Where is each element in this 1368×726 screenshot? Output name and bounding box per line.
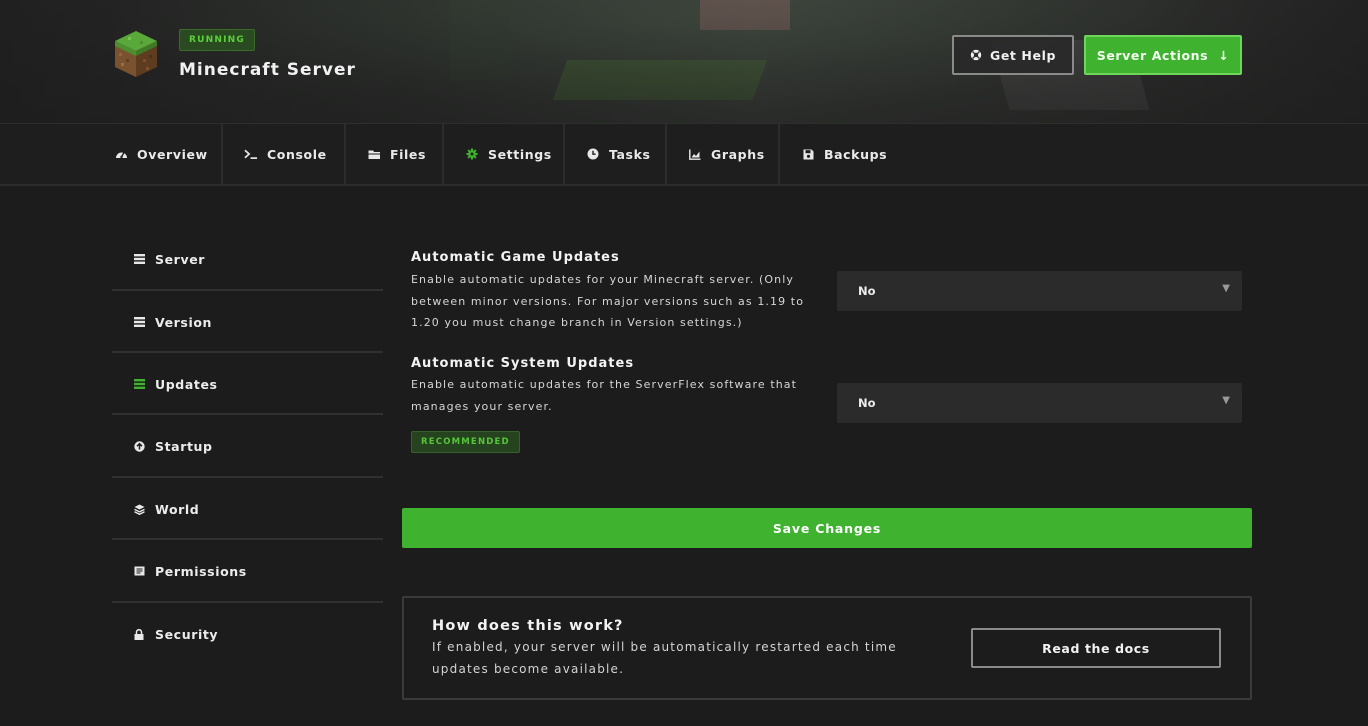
system-updates-title: Automatic System Updates bbox=[411, 356, 635, 371]
save-icon bbox=[801, 147, 815, 161]
layers-icon bbox=[133, 503, 145, 515]
arrow-up-circle-icon bbox=[133, 440, 145, 452]
sidebar-item-updates[interactable]: Updates bbox=[112, 353, 383, 415]
tab-tasks[interactable]: Tasks bbox=[565, 124, 667, 184]
server-actions-label: Server Actions bbox=[1096, 47, 1209, 63]
system-updates-select[interactable]: No ▼ bbox=[837, 383, 1242, 423]
info-panel: How does this work? If enabled, your ser… bbox=[402, 596, 1252, 700]
sidebar-item-security[interactable]: Security bbox=[112, 603, 383, 665]
info-line: updates become available. bbox=[432, 662, 625, 676]
caret-down-icon: ▼ bbox=[1222, 283, 1230, 294]
tab-label: Tasks bbox=[609, 146, 651, 162]
list-icon bbox=[133, 316, 145, 328]
document-icon bbox=[133, 565, 145, 577]
system-updates-description: Enable automatic updates for the ServerF… bbox=[411, 374, 811, 417]
terminal-icon bbox=[244, 147, 258, 161]
tab-label: Graphs bbox=[711, 146, 765, 162]
description-line: manages your server. bbox=[411, 399, 553, 413]
tab-backups[interactable]: Backups bbox=[780, 124, 900, 184]
caret-down-icon: ▼ bbox=[1222, 395, 1230, 406]
help-icon bbox=[970, 49, 982, 61]
server-header: RUNNING Minecraft Server Get Help Server… bbox=[0, 0, 1368, 124]
sidebar-item-label: Permissions bbox=[155, 563, 247, 579]
sidebar-item-startup[interactable]: Startup bbox=[112, 415, 383, 477]
tab-overview[interactable]: Overview bbox=[114, 124, 223, 184]
tab-console[interactable]: Console bbox=[223, 124, 346, 184]
tab-label: Overview bbox=[137, 146, 208, 162]
sidebar-item-label: World bbox=[155, 501, 200, 517]
get-help-button[interactable]: Get Help bbox=[952, 35, 1074, 75]
chart-icon bbox=[688, 147, 702, 161]
tab-label: Console bbox=[267, 146, 327, 162]
description-line: between minor versions. For major versio… bbox=[411, 294, 805, 308]
list-icon bbox=[133, 253, 145, 265]
game-updates-description: Enable automatic updates for your Minecr… bbox=[411, 269, 811, 334]
list-icon bbox=[133, 378, 145, 390]
server-tabs: Overview Console Files Settings Tasks Gr… bbox=[0, 124, 1368, 186]
info-title: How does this work? bbox=[432, 618, 624, 634]
read-docs-button[interactable]: Read the docs bbox=[971, 628, 1221, 668]
arrow-down-icon: ↓ bbox=[1218, 47, 1230, 63]
gauge-icon bbox=[114, 147, 128, 161]
get-help-label: Get Help bbox=[989, 47, 1057, 63]
tab-label: Settings bbox=[488, 146, 552, 162]
select-value: No bbox=[858, 396, 876, 410]
recommended-badge: RECOMMENDED bbox=[411, 431, 520, 453]
sidebar-item-label: Startup bbox=[155, 438, 213, 454]
sidebar-item-permissions[interactable]: Permissions bbox=[112, 540, 383, 602]
game-updates-title: Automatic Game Updates bbox=[411, 250, 620, 265]
status-badge: RUNNING bbox=[179, 29, 255, 51]
lock-icon bbox=[133, 628, 145, 640]
sidebar-item-version[interactable]: Version bbox=[112, 291, 383, 353]
tab-label: Backups bbox=[824, 146, 888, 162]
tab-label: Files bbox=[390, 146, 427, 162]
sidebar-item-label: Version bbox=[155, 314, 213, 330]
info-text: If enabled, your server will be automati… bbox=[432, 636, 932, 680]
grass-block-logo bbox=[115, 31, 157, 77]
sidebar-item-label: Server bbox=[155, 251, 206, 267]
server-actions-button[interactable]: Server Actions ↓ bbox=[1084, 35, 1242, 75]
folder-icon bbox=[367, 147, 381, 161]
server-title: Minecraft Server bbox=[179, 60, 356, 80]
info-line: If enabled, your server will be automati… bbox=[432, 640, 897, 654]
sidebar-item-world[interactable]: World bbox=[112, 478, 383, 540]
description-line: Enable automatic updates for the ServerF… bbox=[411, 378, 798, 391]
select-value: No bbox=[858, 284, 876, 298]
clock-icon bbox=[586, 147, 600, 161]
sidebar-item-label: Updates bbox=[155, 376, 218, 392]
sidebar-item-label: Security bbox=[155, 626, 219, 642]
save-changes-button[interactable]: Save Changes bbox=[402, 508, 1252, 548]
description-line: Enable automatic updates for your Minecr… bbox=[411, 273, 795, 286]
tab-files[interactable]: Files bbox=[346, 124, 444, 184]
tab-settings[interactable]: Settings bbox=[444, 124, 565, 184]
gear-icon bbox=[465, 147, 479, 161]
tab-graphs[interactable]: Graphs bbox=[667, 124, 780, 184]
sidebar-item-server[interactable]: Server bbox=[112, 228, 383, 290]
game-updates-select[interactable]: No ▼ bbox=[837, 271, 1242, 311]
description-line: 1.20 you must change branch in Version s… bbox=[411, 316, 743, 329]
